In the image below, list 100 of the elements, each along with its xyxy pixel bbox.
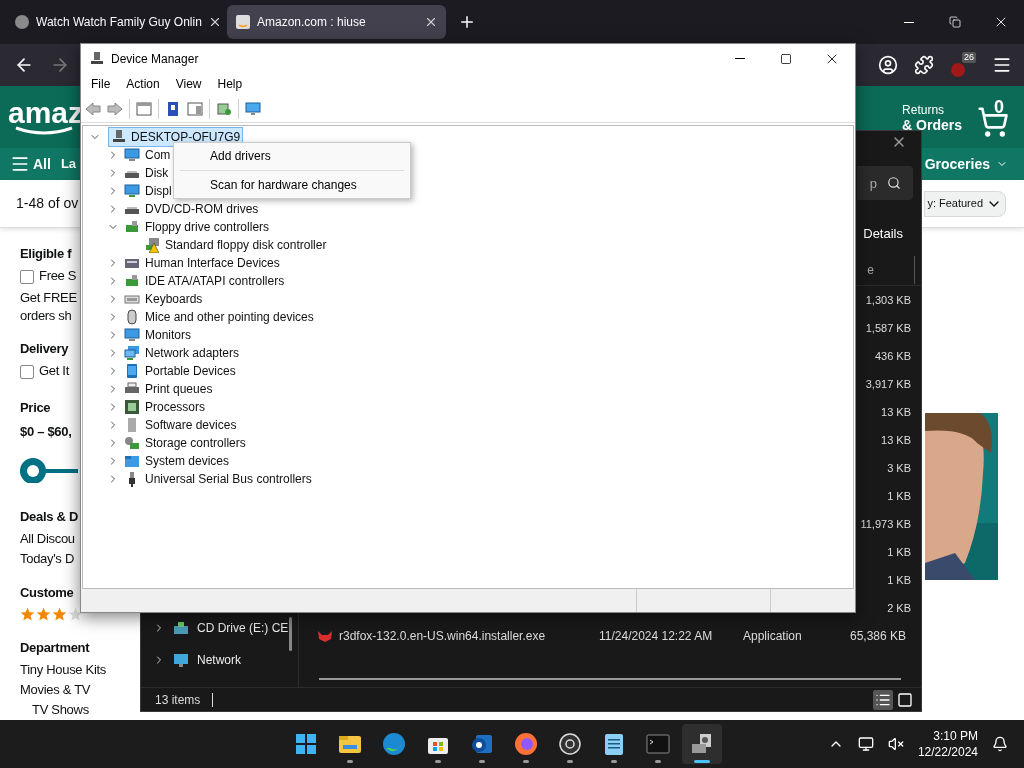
notification-icon[interactable] <box>992 736 1008 752</box>
tree-item[interactable]: Storage controllers <box>145 434 246 452</box>
tree-item[interactable]: Portable Devices <box>145 362 236 380</box>
tree-item[interactable]: Standard floppy disk controller <box>165 236 327 254</box>
panel-icon[interactable] <box>187 100 203 117</box>
filter-link[interactable]: Movies & TV <box>20 680 91 700</box>
browser-tab[interactable]: Amazon.com : hiuse <box>227 5 446 39</box>
menu-item[interactable]: Help <box>209 75 251 93</box>
minimize-icon <box>735 58 745 59</box>
size-cell-text: 1 KB <box>887 488 911 504</box>
size-cell-text: 1,587 KB <box>865 320 911 336</box>
tree-item[interactable]: DVD/CD-ROM drives <box>145 200 259 218</box>
tree-item[interactable]: Displ <box>145 182 172 200</box>
logo[interactable]: amaz <box>8 98 84 136</box>
tree-item[interactable]: Keyboards <box>145 290 203 308</box>
tree-item[interactable]: Human Interface Devices <box>145 254 280 272</box>
windows-logo-icon <box>295 733 317 755</box>
column-header[interactable]: e <box>867 261 914 279</box>
price-range-slider[interactable] <box>20 457 78 483</box>
size-cell-text: 436 KB <box>874 348 911 364</box>
filter-link[interactable]: Tiny House Kits <box>20 660 107 680</box>
filter-heading: Deals & D <box>20 507 78 526</box>
search-field[interactable]: p <box>857 166 913 200</box>
file-name: r3dfox-132.0.en-US.win64.installer.exe <box>339 628 547 645</box>
new-tab-icon[interactable] <box>458 13 476 31</box>
search-icon[interactable] <box>887 176 901 190</box>
circuit-card-icon <box>124 273 140 289</box>
menu-item[interactable]: Action <box>118 75 168 93</box>
extension-icon <box>950 62 966 78</box>
tree-item[interactable]: Monitors <box>145 326 191 344</box>
price-range: $0 – $60, <box>20 422 72 441</box>
filter-heading: Custome <box>20 583 74 602</box>
checkbox[interactable] <box>20 270 34 285</box>
filter-link[interactable]: TV Shows <box>32 700 89 720</box>
extensions-icon[interactable] <box>914 55 934 75</box>
tree-item[interactable]: Com <box>145 146 171 164</box>
nav-item[interactable]: CD Drive (E:) CE <box>197 619 289 637</box>
warning-device-icon <box>145 237 161 253</box>
sort-dropdown[interactable]: y: Featured <box>924 190 1006 217</box>
tab-favicon-icon <box>235 14 251 30</box>
nav-link[interactable]: Groceries <box>924 153 1008 175</box>
nav-item[interactable]: Network <box>197 651 241 669</box>
notepad-icon <box>603 732 625 756</box>
checkbox[interactable] <box>20 365 34 380</box>
tree-item[interactable]: Mice and other pointing devices <box>145 308 314 326</box>
forward-arrow-icon[interactable] <box>107 100 123 117</box>
details-view-button[interactable] <box>873 689 893 710</box>
returns-label[interactable]: Returns <box>902 103 962 117</box>
account-icon[interactable] <box>878 55 898 75</box>
menu-icon[interactable] <box>992 55 1012 75</box>
circuit-card-icon <box>124 219 140 235</box>
tree-item[interactable]: Floppy drive controllers <box>145 218 270 236</box>
all-menu-button[interactable]: All <box>10 153 51 175</box>
back-arrow-icon[interactable] <box>85 100 101 117</box>
menu-item[interactable]: Add drivers <box>174 145 410 167</box>
browser-swirl-icon <box>382 732 406 756</box>
panel-icon[interactable] <box>136 100 152 117</box>
monitor-icon[interactable] <box>245 100 261 117</box>
tree-item[interactable]: Network adapters <box>145 344 240 362</box>
nav-link[interactable]: La <box>60 154 77 174</box>
size-cell-text: 11,973 KB <box>860 516 911 532</box>
tree-item[interactable]: Software devices <box>145 416 237 434</box>
size-cell-text: 13 KB <box>881 404 911 420</box>
taskbar-app-button[interactable] <box>682 724 722 764</box>
extension-button[interactable]: 26 <box>950 52 976 78</box>
clock[interactable]: 3:10 PM 12/22/2024 <box>917 728 978 760</box>
star-icon <box>20 606 35 622</box>
menu-icon <box>10 154 30 174</box>
filter-link[interactable]: All Discou <box>20 528 75 549</box>
help-book-icon[interactable] <box>165 100 181 117</box>
menu-item[interactable]: Scan for hardware changes <box>174 174 410 196</box>
fox-browser-icon <box>514 732 538 756</box>
details-button[interactable]: Details <box>863 224 903 244</box>
tab-favicon-icon <box>14 14 30 30</box>
size-cell-text: 1 KB <box>887 572 911 588</box>
aperture-icon <box>558 732 582 756</box>
filter-heading: Eligible f <box>20 245 72 263</box>
tree-item[interactable]: Disk <box>145 164 169 182</box>
cart-button[interactable]: 0 <box>974 98 1018 138</box>
tree-item[interactable]: Processors <box>145 398 206 416</box>
tree-item[interactable]: IDE ATA/ATAPI controllers <box>145 272 285 290</box>
orders-label[interactable]: & Orders <box>902 117 962 133</box>
terminal-icon <box>646 733 670 755</box>
menu-item[interactable]: File <box>83 75 119 93</box>
folder-icon <box>124 453 140 469</box>
menu-item[interactable]: View <box>167 75 210 93</box>
filter-link[interactable]: Today's D <box>20 548 74 569</box>
storage-icon <box>124 435 140 451</box>
volume-muted-icon[interactable] <box>887 736 904 752</box>
tab-title: Amazon.com : hiuse <box>257 14 367 31</box>
fox-icon <box>317 628 333 644</box>
browser-tab[interactable]: Watch Watch Family Guy Onlin <box>6 5 225 39</box>
scan-icon[interactable] <box>216 100 232 117</box>
tree-item[interactable]: Universal Serial Bus controllers <box>145 470 312 488</box>
close-tab-icon[interactable] <box>424 15 438 29</box>
tree-item[interactable]: System devices <box>145 452 230 470</box>
results-count: 1-48 of ov <box>16 194 79 213</box>
tree-item[interactable]: Print queues <box>145 380 213 398</box>
minimize-icon <box>904 21 914 23</box>
network-icon[interactable] <box>857 736 874 752</box>
